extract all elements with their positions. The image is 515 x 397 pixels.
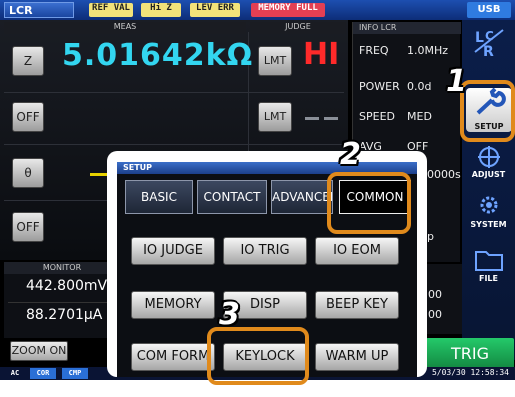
mode-tab-lcr[interactable]: LCR	[4, 2, 74, 18]
gear-icon	[480, 196, 497, 214]
lcr-logo-icon: L C R	[473, 29, 504, 60]
info-title: INFO LCR	[353, 22, 461, 34]
info-value: MED	[407, 110, 432, 123]
param-button-4[interactable]: OFF	[12, 212, 44, 242]
limit-button-2[interactable]: LMT	[258, 102, 292, 132]
info-label: POWER	[359, 80, 400, 93]
judge-dash	[305, 117, 319, 120]
highlight-common-tab	[327, 172, 411, 234]
io-eom-button[interactable]: IO EOM	[315, 237, 399, 265]
hi-z-flag: Hi Z	[141, 3, 181, 17]
monitor-panel: MONITOR 442.800mV 88.2701μA	[4, 262, 120, 338]
info-partial-text: 00	[428, 308, 442, 321]
info-partial-text: 00	[428, 288, 442, 301]
callout-number-2: 2	[340, 137, 361, 172]
info-row-power: POWER 0.0d	[359, 80, 431, 93]
trig-button[interactable]: TRIG	[426, 338, 514, 370]
measured-value: 5.01642kΩ	[62, 38, 254, 73]
ref-val-flag: REF VAL	[89, 3, 133, 17]
status-ac: AC	[10, 369, 20, 377]
monitor-title: MONITOR	[4, 262, 120, 274]
info-row-freq: FREQ 1.0MHz	[359, 44, 448, 57]
side-label-file: FILE	[478, 274, 498, 283]
side-menu: L C R SETUP ADJUST SYSTEM	[462, 20, 515, 360]
limit-button-1[interactable]: LMT	[258, 46, 292, 76]
judge-header: JUDGE	[250, 22, 346, 34]
status-cor: COR	[30, 368, 56, 379]
folder-icon	[474, 251, 503, 271]
judge-result-hi: HI	[303, 37, 340, 72]
info-value: 1.0MHz	[407, 44, 449, 57]
memory-button[interactable]: MEMORY	[131, 291, 215, 319]
warm-up-button[interactable]: WARM UP	[315, 343, 399, 371]
crosshair-icon	[477, 146, 500, 168]
svg-text:R: R	[483, 44, 494, 60]
memory-full-flag: MEMORY FULL	[251, 3, 325, 17]
io-judge-button[interactable]: IO JUDGE	[131, 237, 215, 265]
highlight-setup	[460, 80, 515, 142]
callout-number-3: 3	[219, 297, 240, 332]
monitor-voltage: 442.800mV	[26, 278, 108, 294]
param-button-z[interactable]: Z	[12, 46, 44, 76]
judge-dash	[324, 117, 338, 120]
side-label-adjust: ADJUST	[471, 170, 506, 179]
info-row-speed: SPEED MED	[359, 110, 432, 123]
top-status-bar: LCR REF VAL Hi Z LEV ERR MEMORY FULL USB	[0, 0, 515, 20]
status-cmp: CMP	[62, 368, 88, 379]
meas-header: MEAS	[4, 22, 246, 34]
highlight-keylock	[207, 327, 309, 385]
info-partial-text: p	[427, 230, 434, 243]
side-label-system: SYSTEM	[470, 220, 507, 229]
tab-contact[interactable]: CONTACT	[197, 180, 267, 214]
com-form-button[interactable]: COM FORM	[131, 343, 215, 371]
info-partial-text: 0000s	[427, 168, 461, 181]
row-divider	[4, 92, 344, 93]
clock: 5/03/30 12:58:34	[431, 368, 509, 377]
callout-number-1: 1	[446, 64, 467, 99]
beep-key-button[interactable]: BEEP KEY	[315, 291, 399, 319]
usb-indicator: USB	[467, 2, 511, 18]
side-item-lcr-logo[interactable]: L C R	[462, 24, 515, 62]
info-label: FREQ	[359, 44, 389, 57]
info-value: 0.0d	[407, 80, 432, 93]
row-divider	[4, 144, 344, 145]
param-button-theta[interactable]: θ	[12, 158, 44, 188]
lev-err-flag: LEV ERR	[190, 3, 240, 17]
side-item-system[interactable]: SYSTEM	[462, 192, 515, 229]
io-trig-button[interactable]: IO TRIG	[223, 237, 307, 265]
monitor-current: 88.2701μA	[26, 307, 103, 323]
side-item-file[interactable]: FILE	[462, 248, 515, 283]
param-button-2[interactable]: OFF	[12, 102, 44, 132]
tab-basic[interactable]: BASIC	[125, 180, 193, 214]
value-placeholder-dash	[90, 173, 108, 176]
info-label: SPEED	[359, 110, 395, 123]
monitor-divider	[8, 302, 116, 303]
side-item-adjust[interactable]: ADJUST	[462, 146, 515, 179]
zoom-on-button[interactable]: ZOOM ON	[10, 341, 68, 361]
tab-advanced[interactable]: ADVANCED	[271, 180, 333, 214]
